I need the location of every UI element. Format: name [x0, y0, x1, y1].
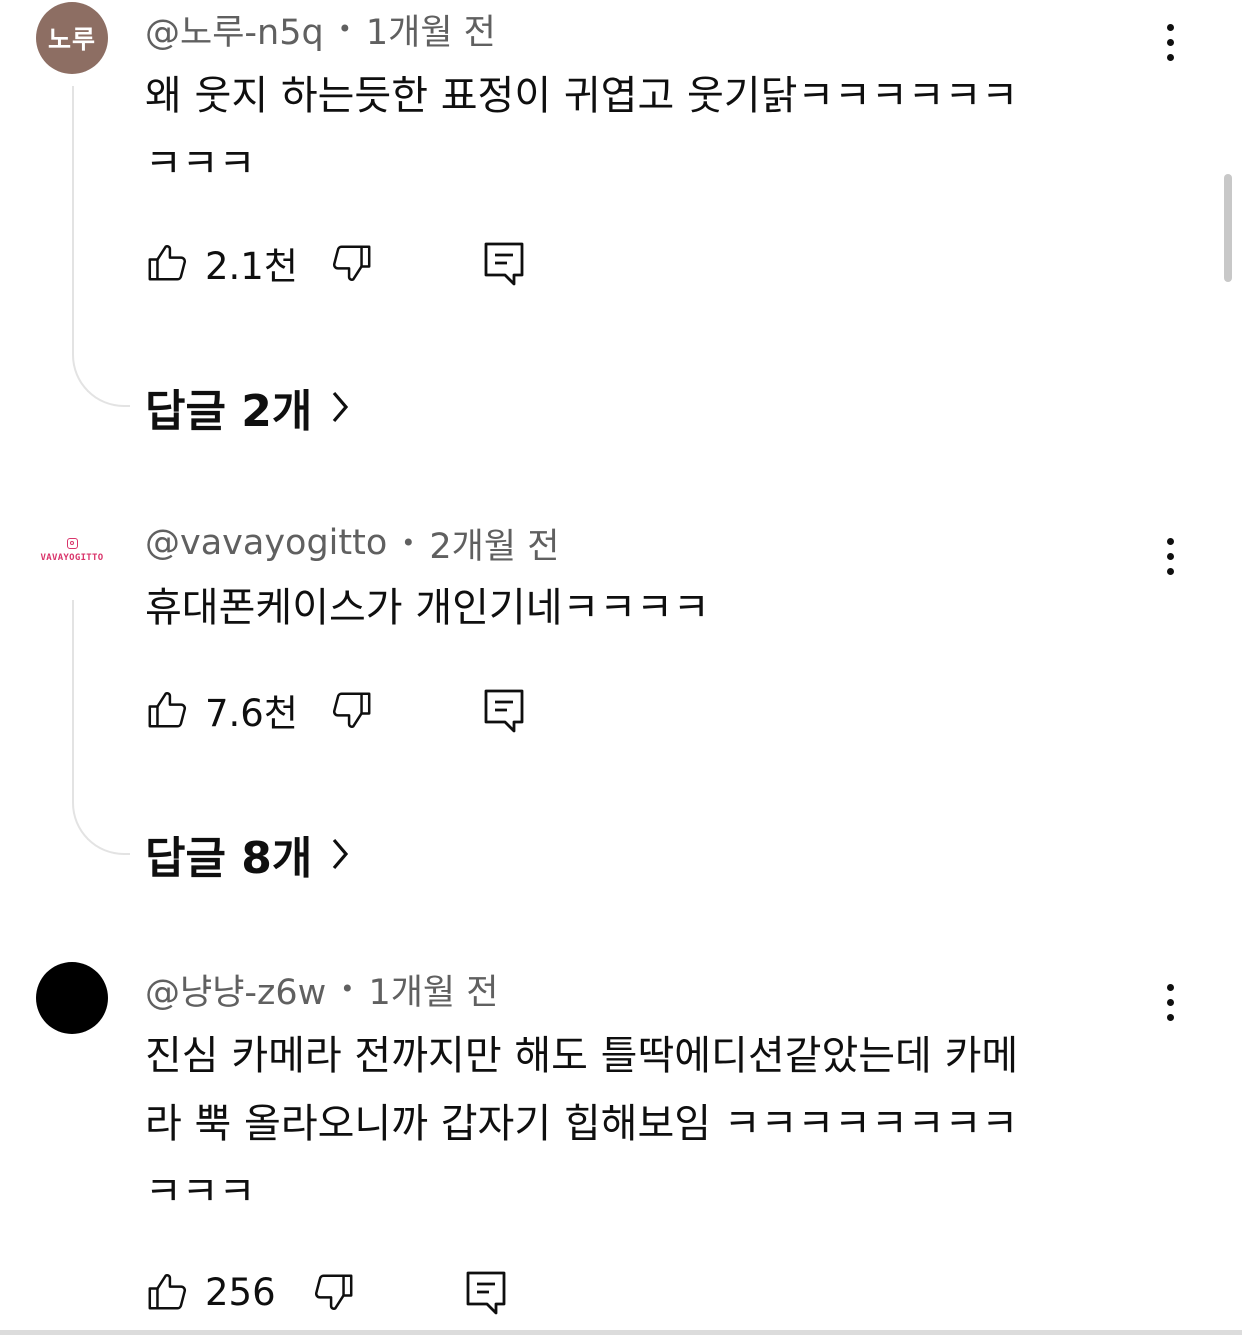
comment-header: @노루-n5q • 1개월 전 [145, 4, 496, 54]
dislike-button[interactable] [328, 687, 374, 733]
avatar[interactable] [36, 962, 108, 1034]
like-count: 7.6천 [205, 692, 298, 735]
chevron-right-icon [333, 838, 349, 870]
like-count: 256 [205, 1270, 276, 1314]
divider [0, 1330, 1242, 1335]
separator-dot: • [401, 529, 416, 557]
more-options-button[interactable] [1151, 526, 1189, 586]
reply-button[interactable] [482, 686, 526, 734]
separator-dot: • [340, 975, 355, 1003]
thumbs-down-icon [314, 1274, 353, 1310]
comment-text: 왜 웃지 하는듯한 표정이 귀엽고 웃기닭ㅋㅋㅋㅋㅋㅋ ㅋㅋㅋ [145, 73, 1019, 187]
comment-text: 진심 카메라 전까지만 해도 틀딱에디션같았는데 카메 라 뿍 올라오니까 갑자… [145, 1033, 1019, 1215]
chevron-right-icon [333, 391, 349, 423]
thumbs-down-icon [332, 692, 371, 728]
comment-actions: 2.1천 [145, 233, 526, 293]
more-options-button[interactable] [1151, 972, 1189, 1032]
replies-label: 답글 2개 [145, 386, 313, 437]
more-options-button[interactable] [1151, 12, 1189, 72]
like-count: 2.1천 [205, 245, 298, 288]
comment-reply-icon [466, 1271, 506, 1315]
view-replies-button[interactable]: 답글 2개 [145, 375, 350, 439]
more-vertical-icon [1166, 983, 1174, 991]
avatar[interactable]: VAVAYOGITTO [36, 514, 108, 586]
more-vertical-icon [1166, 537, 1174, 545]
view-replies-button[interactable]: 답글 8개 [145, 822, 350, 886]
thumbs-down-icon [332, 245, 371, 281]
author-name[interactable]: @vavayogitto [145, 523, 387, 563]
instagram-icon [66, 537, 78, 549]
comment-text: 휴대폰케이스가 개인기네ㅋㅋㅋㅋ [145, 585, 710, 631]
author-name[interactable]: @노루-n5q [145, 4, 324, 55]
timestamp[interactable]: 1개월 전 [366, 4, 496, 55]
thread-line [72, 86, 130, 407]
avatar-initials: 노루 [47, 25, 96, 54]
avatar-brand-text: VAVAYOGITTO [40, 552, 104, 563]
avatar[interactable]: 노루 [36, 2, 108, 74]
separator-dot: • [337, 15, 352, 43]
timestamp[interactable]: 2개월 전 [429, 518, 559, 569]
thread-line [72, 600, 130, 855]
author-name[interactable]: @냥냥-z6w [145, 964, 326, 1015]
dislike-button[interactable] [328, 240, 374, 286]
like-button[interactable]: 7.6천 [145, 683, 298, 737]
thumbs-up-icon [148, 245, 187, 281]
comment-header: @vavayogitto • 2개월 전 [145, 518, 559, 568]
comment-header: @냥냥-z6w • 1개월 전 [145, 964, 498, 1014]
more-vertical-icon [1166, 23, 1174, 31]
reply-button[interactable] [482, 239, 526, 287]
like-button[interactable]: 2.1천 [145, 236, 298, 290]
comment-reply-icon [484, 689, 524, 733]
scrollbar[interactable] [1224, 174, 1232, 282]
thumbs-up-icon [148, 692, 187, 728]
thumbs-up-icon [148, 1274, 187, 1310]
comment-actions: 256 [145, 1262, 508, 1322]
dislike-button[interactable] [310, 1269, 356, 1315]
comment-reply-icon [484, 242, 524, 286]
reply-button[interactable] [464, 1268, 508, 1316]
replies-label: 답글 8개 [145, 833, 313, 884]
like-button[interactable]: 256 [145, 1269, 276, 1315]
timestamp[interactable]: 1개월 전 [368, 964, 498, 1015]
comment-actions: 7.6천 [145, 680, 526, 740]
